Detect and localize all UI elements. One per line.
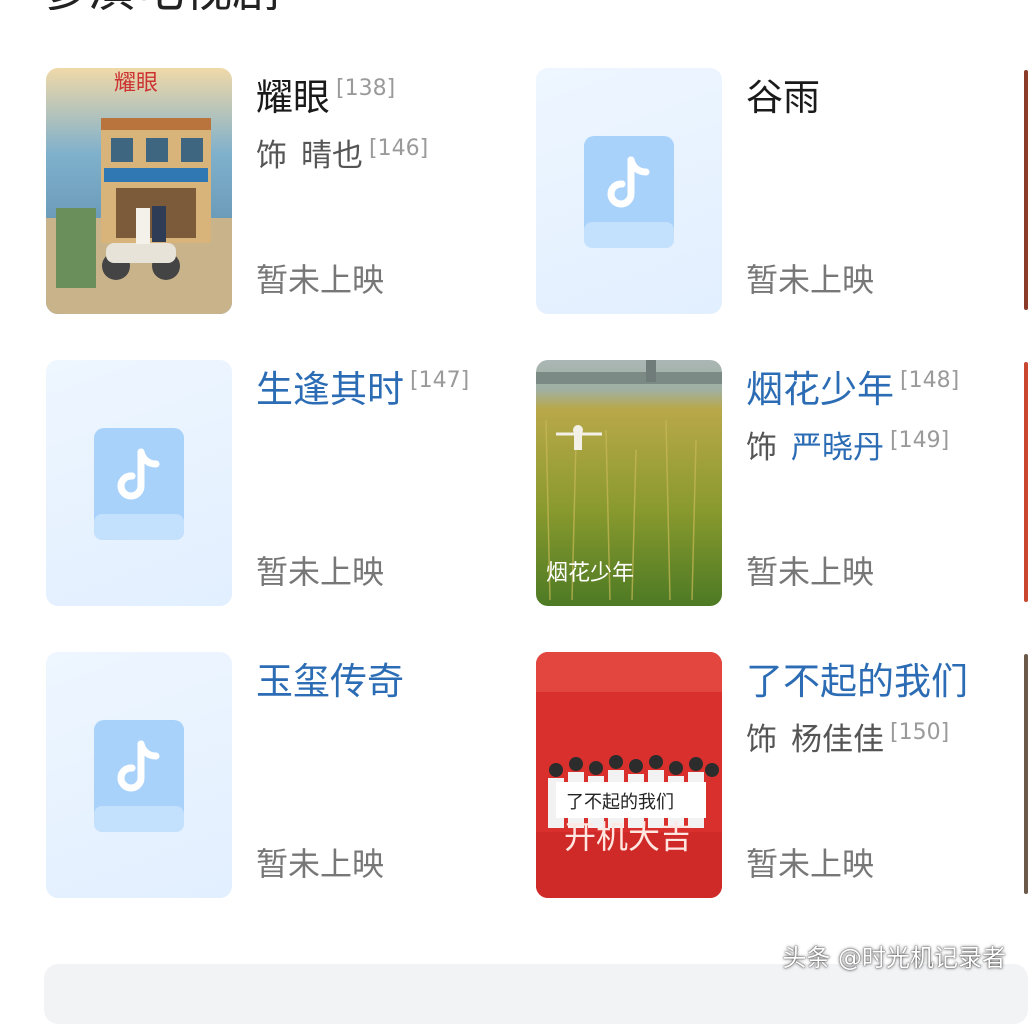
drama-card-liaobuqidewomen[interactable]: 了不起的我们 开机大吉 了不起的我们 饰杨佳佳 [150] 暂未上映 — [536, 652, 996, 902]
citation-ref[interactable]: [149] — [890, 428, 949, 453]
drama-title-line: 了不起的我们 — [746, 658, 974, 706]
section-heading: 参演电视剧 — [40, 0, 280, 10]
role-line: 饰杨佳佳 [150] — [746, 718, 949, 762]
drama-title: 耀眼 — [256, 76, 330, 119]
release-status: 暂未上映 — [256, 553, 385, 591]
citation-ref[interactable]: [138] — [336, 76, 395, 101]
citation-ref[interactable]: [147] — [410, 368, 469, 393]
release-status: 暂未上映 — [746, 261, 875, 299]
role-prefix: 饰 — [746, 430, 777, 466]
drama-title-link[interactable]: 烟花少年 — [746, 368, 894, 411]
drama-title-link[interactable]: 生逢其时 — [256, 368, 404, 411]
citation-ref[interactable]: [146] — [369, 136, 428, 161]
role-name: 晴也 — [301, 138, 363, 174]
drama-title-link[interactable]: 了不起的我们 — [746, 660, 968, 703]
drama-card-guyu[interactable]: 谷雨 暂未上映 — [536, 68, 996, 318]
next-section-bar[interactable] — [44, 964, 1028, 1024]
poster-title-text: 烟花少年 — [546, 561, 634, 586]
next-column-peek[interactable] — [1024, 362, 1028, 602]
role-prefix: 饰 — [256, 138, 287, 174]
release-status: 暂未上映 — [746, 553, 875, 591]
drama-card-yaoyan[interactable]: 耀眼 耀眼 [138] 饰晴也 [146] 暂未上映 — [46, 68, 506, 318]
drama-title-line: 玉玺传奇 — [256, 658, 410, 706]
drama-poster[interactable]: 了不起的我们 开机大吉 — [536, 652, 722, 898]
poster-title-text: 耀眼 — [114, 71, 158, 96]
citation-ref[interactable]: [150] — [890, 720, 949, 745]
role-line: 饰严晓丹 [149] — [746, 426, 949, 470]
douyin-book-icon — [94, 720, 184, 832]
role-name-link[interactable]: 严晓丹 — [791, 430, 884, 466]
release-status: 暂未上映 — [256, 261, 385, 299]
poster-title-text: 了不起的我们 — [566, 792, 674, 813]
placeholder-poster[interactable] — [46, 360, 232, 606]
watermark: 头条 @时光机记录者 — [782, 944, 1006, 972]
next-column-peek[interactable] — [1024, 70, 1028, 310]
role-name: 杨佳佳 — [791, 722, 884, 758]
citation-ref[interactable]: [148] — [900, 368, 959, 393]
drama-title-line: 谷雨 — [746, 74, 826, 122]
drama-card-yanhuashaonian[interactable]: 烟花少年 烟花少年 [148] 饰严晓丹 [149] 暂未上映 — [536, 360, 996, 610]
drama-poster[interactable]: 耀眼 — [46, 68, 232, 314]
drama-card-shengfengqishi[interactable]: 生逢其时 [147] 暂未上映 — [46, 360, 506, 610]
placeholder-poster[interactable] — [46, 652, 232, 898]
role-prefix: 饰 — [746, 722, 777, 758]
drama-title-line: 耀眼 [138] — [256, 74, 395, 122]
drama-title-line: 生逢其时 [147] — [256, 366, 469, 414]
drama-title-link[interactable]: 玉玺传奇 — [256, 660, 404, 703]
release-status: 暂未上映 — [746, 845, 875, 883]
role-line: 饰晴也 [146] — [256, 134, 428, 178]
placeholder-poster[interactable] — [536, 68, 722, 314]
drama-title: 谷雨 — [746, 76, 820, 119]
douyin-book-icon — [94, 428, 184, 540]
next-column-peek[interactable] — [1024, 654, 1028, 894]
drama-title-line: 烟花少年 [148] — [746, 366, 959, 414]
release-status: 暂未上映 — [256, 845, 385, 883]
douyin-book-icon — [584, 136, 674, 248]
drama-card-yuxichuanqi[interactable]: 玉玺传奇 暂未上映 — [46, 652, 506, 902]
poster-banner-text: 开机大吉 — [564, 818, 692, 856]
drama-poster[interactable]: 烟花少年 — [536, 360, 722, 606]
